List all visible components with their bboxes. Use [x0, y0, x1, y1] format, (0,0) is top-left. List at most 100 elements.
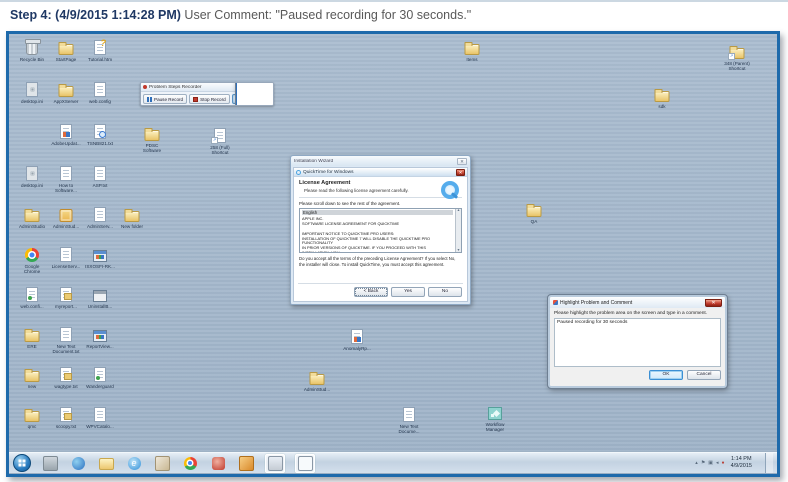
- installer-titlebar[interactable]: Installation Wizard ✕: [291, 156, 470, 166]
- folder-icon: ↗: [720, 42, 754, 60]
- desktop-icon-pdsc-software[interactable]: PDSC Software: [135, 124, 169, 154]
- desktop-icon-appxserver[interactable]: AppXServer: [49, 80, 83, 104]
- quicktime-inner-titlebar[interactable]: QuickTime for Windows ✕: [294, 168, 467, 177]
- stop-record-button[interactable]: Stop Record: [189, 94, 230, 104]
- desktop-icon-wagtype-txt[interactable]: wagtype.txt: [49, 365, 83, 389]
- desktop-icon-items[interactable]: Items: [455, 38, 489, 62]
- close-button[interactable]: ✕: [705, 299, 722, 307]
- desktop-icon-label: LicenseServ...: [49, 264, 83, 269]
- desktop-icon-label: AdminServ...: [83, 224, 117, 229]
- scroll-up-icon[interactable]: ▲: [457, 209, 460, 213]
- quicktime-icon: [296, 170, 301, 175]
- taskbar-icon-notes[interactable]: [153, 455, 171, 472]
- taskbar-icon-devices[interactable]: [41, 455, 59, 472]
- folder-icon: [455, 38, 489, 56]
- desktop-icon-adminstud[interactable]: AdminStud...: [49, 205, 83, 229]
- desktop-icon-web-confi[interactable]: web.confi...: [15, 285, 49, 309]
- taskbar-clock[interactable]: 1:14 PM 4/9/2015: [731, 456, 752, 470]
- taskbar-icon-installer[interactable]: [265, 454, 285, 473]
- network-icon[interactable]: ▣: [708, 461, 713, 466]
- desktop-icon-wpvcatalo[interactable]: WPVCatalo...: [83, 405, 117, 429]
- desktop-icon-label: How to Software...: [49, 183, 83, 194]
- desktop-icon-label: AdobeUpdat...: [49, 141, 83, 146]
- desktop-icon-new-text-docume[interactable]: New Text Docume...: [392, 405, 426, 435]
- scrollbar[interactable]: ▲ ▼: [455, 209, 461, 252]
- desktop-icon-tutorial-htm[interactable]: Tutorial.htm: [83, 38, 117, 62]
- desktop-icon-label: ReportView...: [83, 344, 117, 349]
- start-button[interactable]: [13, 454, 31, 472]
- taskbar-icon-chrome[interactable]: [181, 455, 199, 472]
- no-button[interactable]: No: [428, 287, 462, 297]
- desktop-icon-licenseserv[interactable]: LicenseServ...: [49, 245, 83, 269]
- volume-icon[interactable]: ◂: [716, 461, 719, 466]
- desktop-icon-qmc[interactable]: qmc: [15, 405, 49, 429]
- comment-textarea[interactable]: Paused recording for 30 seconds: [554, 318, 721, 367]
- back-button[interactable]: < Back: [354, 287, 388, 297]
- desktop-icon-adminserv[interactable]: AdminServ...: [83, 205, 117, 229]
- taskbar-icon-app-red[interactable]: [209, 455, 227, 472]
- close-icon[interactable]: ✕: [456, 169, 465, 176]
- desktop-icon-anomalyrp[interactable]: AnomalyRp...: [340, 327, 374, 351]
- cancel-button[interactable]: Cancel: [687, 370, 721, 380]
- doc-icon: [49, 164, 83, 182]
- show-hidden-icons-icon[interactable]: ▴: [695, 461, 698, 466]
- action-flag-icon[interactable]: ⚑: [701, 461, 705, 466]
- language-selected[interactable]: English: [302, 210, 453, 215]
- desktop-icon-desktop-ini[interactable]: desktop.ini: [15, 164, 49, 188]
- desktop-icon-scoopy-txt[interactable]: scoopy.txt: [49, 405, 83, 429]
- license-textbox[interactable]: English APPLE INC. SOFTWARE LICENSE AGRE…: [299, 208, 462, 253]
- desktop-icon-tsnb821-txt[interactable]: TSNB821.txt: [83, 122, 117, 146]
- folder-icon: [115, 205, 149, 223]
- taskbar-icon-recorder-window[interactable]: [295, 454, 315, 473]
- desktop-icon-new-folder[interactable]: New folder: [115, 205, 149, 229]
- desktop-icon-348-parent-shortcut[interactable]: ↗348 (Parent) Shortcut: [720, 42, 754, 72]
- yes-button[interactable]: Yes: [391, 287, 425, 297]
- close-icon[interactable]: ✕: [457, 158, 467, 165]
- desktop-icon-myreport[interactable]: myreport...: [49, 285, 83, 309]
- desktop-icon-adobeupdat[interactable]: AdobeUpdat...: [49, 122, 83, 146]
- taskbar-icon-internet-explorer[interactable]: e: [125, 455, 143, 472]
- desktop-icon-recycle-bin[interactable]: Recycle Bin: [15, 38, 49, 62]
- doc-box-icon: [49, 405, 83, 423]
- chrome-icon: [15, 245, 49, 263]
- desktop-icon-asp-txt[interactable]: ASP.txt: [83, 164, 117, 188]
- desktop-icon-how-to-software[interactable]: How to Software...: [49, 164, 83, 194]
- ini-icon: [15, 80, 49, 98]
- app-grey-icon: [83, 285, 117, 303]
- pause-record-button[interactable]: Pause Record: [143, 94, 187, 104]
- folder-icon: [15, 325, 49, 343]
- desktop-icon-wanderguard[interactable]: Wanderguard: [83, 365, 117, 389]
- desktop-icon-adminstudio[interactable]: AdminStudio: [15, 205, 49, 229]
- desktop-icon-sdk[interactable]: sdk: [645, 85, 679, 109]
- divider: [299, 197, 462, 198]
- scroll-down-icon[interactable]: ▼: [457, 249, 460, 253]
- desktop-icon-new-text-document-txt[interactable]: New Text Document.txt: [49, 325, 83, 355]
- comment-dialog-titlebar[interactable]: Highlight Problem and Comment ✕: [550, 297, 725, 308]
- desktop-icon-workflow-manager[interactable]: Workflow Manager: [478, 403, 512, 433]
- desktop-icon-startpage[interactable]: StartPage: [49, 38, 83, 62]
- add-comment-button[interactable]: Add Comment: [232, 94, 274, 104]
- desktop-icon-desktop-ini[interactable]: desktop.ini: [15, 80, 49, 104]
- stop-icon: [193, 97, 198, 102]
- notes-icon: [155, 456, 170, 471]
- alert-icon[interactable]: ●: [722, 461, 725, 466]
- taskbar-icon-explorer[interactable]: [97, 455, 115, 472]
- desktop-icon-label: 258 (Full) Shortcut: [203, 145, 237, 156]
- desktop-icon-ere[interactable]: ERE: [15, 325, 49, 349]
- desktop-icon-uninstallb[interactable]: UninstallB...: [83, 285, 117, 309]
- show-desktop-button[interactable]: [765, 453, 773, 473]
- desktop-icon-web-config[interactable]: web.config: [83, 80, 117, 104]
- desktop-icon-new[interactable]: new: [15, 365, 49, 389]
- taskbar-icon-photo-viewer[interactable]: [237, 455, 255, 472]
- desktop-icon-isxosfi-rk[interactable]: ISXOSFI-RK...: [83, 245, 117, 269]
- button-divider: [298, 283, 463, 284]
- ok-button[interactable]: OK: [649, 370, 683, 380]
- desktop-icon-google-chrome[interactable]: Google Chrome: [15, 245, 49, 275]
- desktop-icon-adminstud[interactable]: AdminStud...: [300, 368, 334, 392]
- desktop-icon-258-full-shortcut[interactable]: ↗258 (Full) Shortcut: [203, 126, 237, 156]
- taskbar-icon-media-player[interactable]: [69, 455, 87, 472]
- desktop-icon-label: web.confi...: [15, 304, 49, 309]
- desktop-icon-label: New Text Docume...: [392, 424, 426, 435]
- desktop-icon-qa[interactable]: QA: [517, 200, 551, 224]
- desktop-icon-reportview[interactable]: ReportView...: [83, 325, 117, 349]
